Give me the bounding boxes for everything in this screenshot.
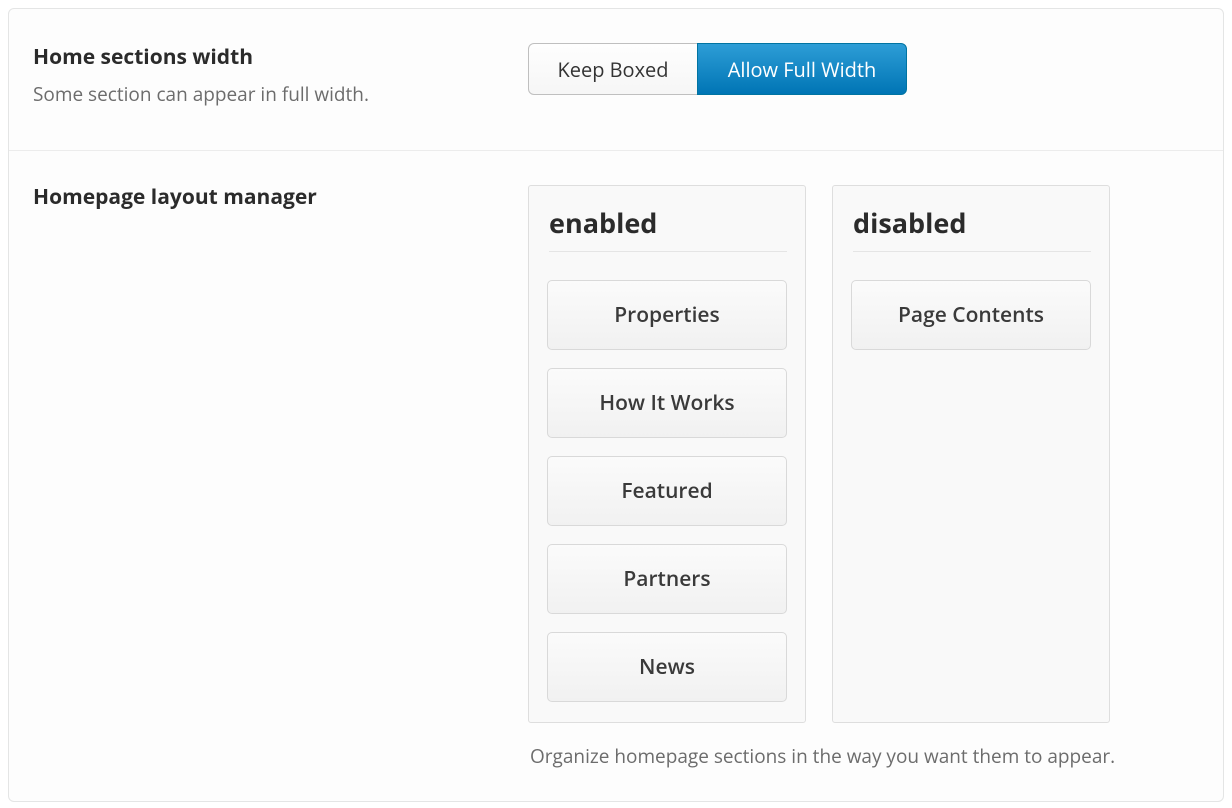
section-item-featured[interactable]: Featured bbox=[547, 456, 787, 526]
label-column: Homepage layout manager bbox=[33, 185, 528, 221]
section-item-news[interactable]: News bbox=[547, 632, 787, 702]
home-sections-width-row: Home sections width Some section can app… bbox=[9, 9, 1223, 151]
disabled-list[interactable]: Page Contents bbox=[851, 280, 1091, 350]
homepage-layout-manager-row: Homepage layout manager enabled Properti… bbox=[9, 151, 1223, 802]
section-item-how-it-works[interactable]: How It Works bbox=[547, 368, 787, 438]
section-item-properties[interactable]: Properties bbox=[547, 280, 787, 350]
enabled-column: enabled Properties How It Works Featured… bbox=[528, 185, 806, 723]
disabled-column: disabled Page Contents bbox=[832, 185, 1110, 723]
layout-columns: enabled Properties How It Works Featured… bbox=[528, 185, 1199, 723]
section-item-partners[interactable]: Partners bbox=[547, 544, 787, 614]
layout-manager-help-text: Organize homepage sections in the way yo… bbox=[530, 743, 1199, 770]
home-sections-width-description: Some section can appear in full width. bbox=[33, 81, 528, 108]
allow-full-width-button[interactable]: Allow Full Width bbox=[697, 43, 907, 95]
label-column: Home sections width Some section can app… bbox=[33, 45, 528, 108]
disabled-column-title: disabled bbox=[853, 204, 1091, 252]
home-sections-width-title: Home sections width bbox=[33, 45, 528, 69]
control-column: Keep Boxed Allow Full Width bbox=[528, 45, 1199, 95]
section-item-page-contents[interactable]: Page Contents bbox=[851, 280, 1091, 350]
keep-boxed-button[interactable]: Keep Boxed bbox=[528, 43, 698, 95]
enabled-column-title: enabled bbox=[549, 204, 787, 252]
enabled-list[interactable]: Properties How It Works Featured Partner… bbox=[547, 280, 787, 702]
width-toggle-group: Keep Boxed Allow Full Width bbox=[528, 43, 907, 95]
control-column: enabled Properties How It Works Featured… bbox=[528, 185, 1199, 770]
settings-panel: Home sections width Some section can app… bbox=[8, 8, 1224, 802]
homepage-layout-manager-title: Homepage layout manager bbox=[33, 185, 528, 209]
